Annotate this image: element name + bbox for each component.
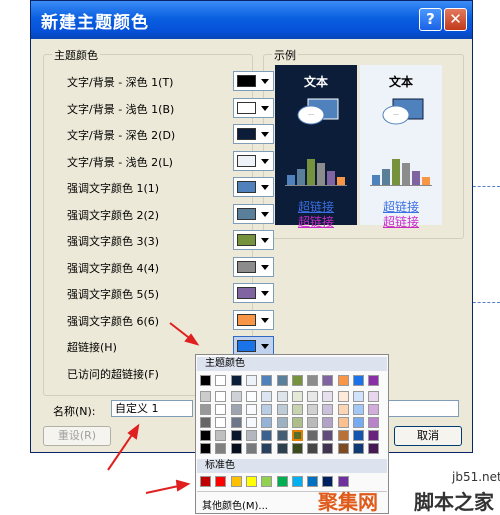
watermark-cn-left: 聚集网 [318, 490, 378, 514]
watermark-cn-right: 脚本之家 [414, 490, 494, 514]
watermark-site: jb51.net [452, 470, 500, 484]
annotation-arrow-head [175, 479, 191, 492]
annotation-arrows [107, 322, 200, 494]
